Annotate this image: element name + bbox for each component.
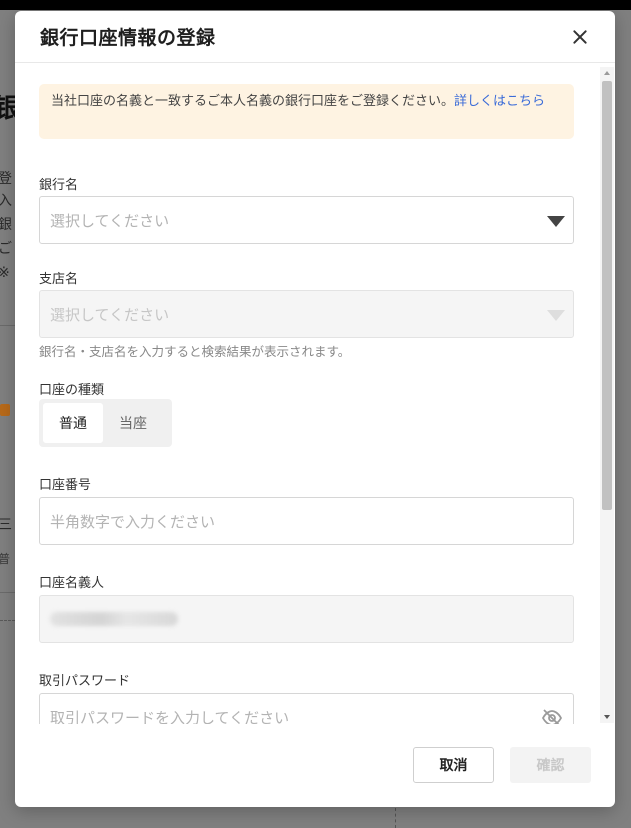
background-divider [0,620,15,621]
password-input[interactable]: 取引パスワードを入力してください [39,693,574,724]
background-text-fragment: 普 [0,552,11,566]
bank-name-placeholder: 選択してください [50,211,170,230]
bank-name-select[interactable]: 選択してください [39,196,574,244]
account-holder-label: 口座名義人 [39,576,105,591]
chevron-down-icon [547,216,565,227]
account-type-label: 口座の種類 [39,383,105,398]
dialog-body[interactable]: 当社口座の名義と一致するご本人名義の銀行口座をご登録ください。詳しくはこちら 銀… [15,64,615,724]
password-placeholder: 取引パスワードを入力してください [50,708,290,725]
notice-details-link[interactable]: 詳しくはこちら [454,94,545,109]
scroll-down-arrow-icon[interactable] [604,715,610,719]
background-text-fragment: 三 [0,517,12,533]
cancel-button[interactable]: 取消 [413,747,494,783]
branch-name-label: 支店名 [39,272,79,287]
background-text-fragment: ご [0,241,12,257]
password-label: 取引パスワード [39,674,131,689]
account-number-label: 口座番号 [39,478,92,493]
notice-banner: 当社口座の名義と一致するご本人名義の銀行口座をご登録ください。詳しくはこちら [39,84,574,139]
background-text-fragment: 登 [0,171,12,187]
account-type-toggle: 普通 当座 [39,399,172,447]
branch-name-placeholder: 選択してください [50,305,170,324]
account-holder-value-redacted [50,612,178,626]
scroll-up-arrow-icon[interactable] [604,71,610,75]
dialog-footer: 取消 確認 [15,725,615,807]
branch-search-hint: 銀行名・支店名を入力すると検索結果が表示されます。 [39,344,351,359]
background-text-fragment: ※ [0,262,10,284]
chevron-down-icon [547,310,565,321]
background-text-fragment: 銀 [0,217,12,233]
notice-text: 当社口座の名義と一致するご本人名義の銀行口座をご登録ください。 [51,94,455,109]
account-type-option-ordinary[interactable]: 普通 [43,403,103,443]
background-divider [395,808,396,828]
confirm-button: 確認 [510,747,591,783]
account-holder-field [39,595,574,643]
dialog-title: 銀行口座情報の登録 [40,27,216,49]
background-divider [0,592,15,593]
scrollbar-thumb[interactable] [602,81,612,510]
account-number-placeholder: 半角数字で入力ください [50,512,216,531]
eye-off-icon[interactable] [541,708,563,724]
bank-account-dialog: 銀行口座情報の登録 当社口座の名義と一致するご本人名義の銀行口座をご登録ください… [15,11,615,807]
account-type-option-checking[interactable]: 当座 [103,403,163,443]
background-topbar [0,0,631,10]
close-icon[interactable] [569,26,591,48]
dialog-header: 銀行口座情報の登録 [15,11,615,63]
background-divider [0,325,15,326]
background-text-fragment: 入 [0,193,12,209]
branch-name-select: 選択してください [39,290,574,338]
bank-name-label: 銀行名 [39,178,79,193]
scrollbar[interactable] [600,67,614,723]
background-icon [0,404,10,416]
account-number-input[interactable]: 半角数字で入力ください [39,497,574,545]
